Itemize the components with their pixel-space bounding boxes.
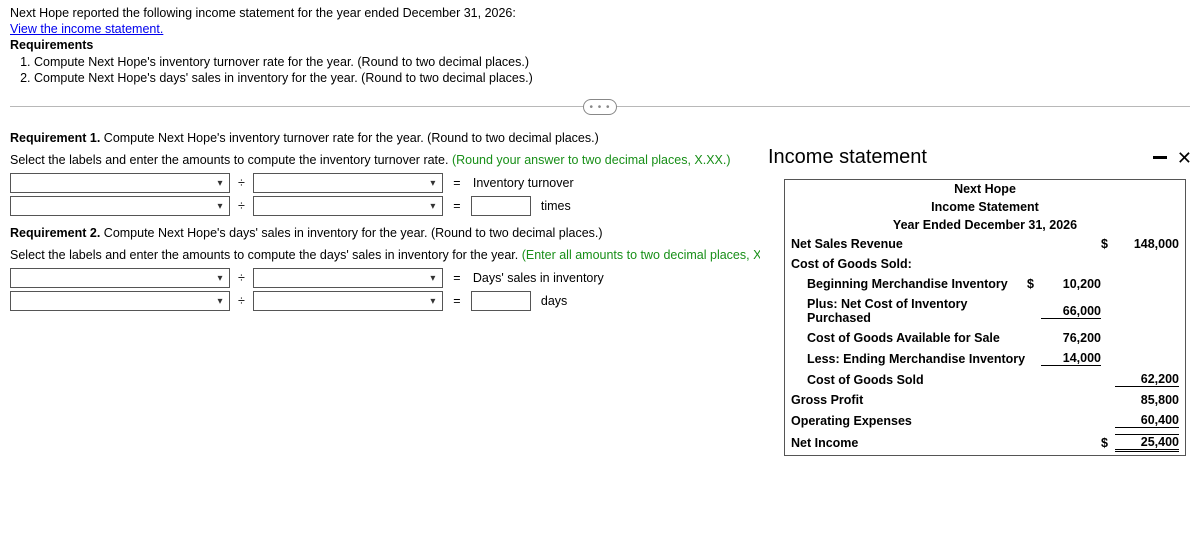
row-opex: Operating Expenses 60,400 bbox=[785, 410, 1185, 431]
req2-numerator-select[interactable]: ▾ bbox=[10, 268, 230, 288]
cell-amount: 14,000 bbox=[1041, 351, 1101, 366]
income-statement-popup: Income statement ✕ Next Hope Income Stat… bbox=[760, 142, 1200, 548]
cell-label: Less: Ending Merchandise Inventory bbox=[791, 352, 1027, 366]
divide-op: ÷ bbox=[238, 199, 245, 213]
chevron-down-icon: ▾ bbox=[426, 201, 440, 212]
req2-unit: days bbox=[539, 294, 567, 308]
row-avail: Cost of Goods Available for Sale 76,200 bbox=[785, 328, 1185, 348]
stmt-name: Income Statement bbox=[785, 198, 1185, 216]
cell-currency: $ bbox=[1101, 237, 1115, 251]
cell-label: Cost of Goods Available for Sale bbox=[791, 331, 1027, 345]
chevron-down-icon: ▾ bbox=[426, 178, 440, 189]
req1-numerator-value[interactable]: ▾ bbox=[10, 196, 230, 216]
requirement-item-2: Compute Next Hope's days' sales in inven… bbox=[34, 70, 1190, 86]
row-net-income: Net Income $ 25,400 bbox=[785, 431, 1185, 455]
divide-op: ÷ bbox=[238, 294, 245, 308]
cell-amount: 25,400 bbox=[1115, 434, 1179, 452]
chevron-down-icon: ▾ bbox=[213, 201, 227, 212]
req2-result-value[interactable] bbox=[471, 291, 531, 311]
chevron-down-icon: ▾ bbox=[213, 178, 227, 189]
cell-label: Net Sales Revenue bbox=[791, 237, 1027, 251]
equals-sign: = bbox=[451, 294, 463, 308]
cell-label: Cost of Goods Sold: bbox=[791, 257, 1027, 271]
req2-denominator-value[interactable]: ▾ bbox=[253, 291, 443, 311]
req1-title-bold: Requirement 1. bbox=[10, 131, 100, 145]
requirements-list: Compute Next Hope's inventory turnover r… bbox=[10, 54, 1190, 86]
req2-sub-b: (Enter all amounts to two decimal places… bbox=[522, 248, 789, 262]
chevron-down-icon: ▾ bbox=[213, 273, 227, 284]
stmt-company: Next Hope bbox=[785, 180, 1185, 198]
row-end-inv: Less: Ending Merchandise Inventory 14,00… bbox=[785, 348, 1185, 369]
cell-label: Gross Profit bbox=[791, 393, 1027, 407]
divide-op: ÷ bbox=[238, 176, 245, 190]
req2-sub-a: Select the labels and enter the amounts … bbox=[10, 248, 522, 262]
req2-denominator-select[interactable]: ▾ bbox=[253, 268, 443, 288]
cell-amount: 85,800 bbox=[1115, 393, 1179, 407]
req1-title-rest: Compute Next Hope's inventory turnover r… bbox=[100, 131, 598, 145]
req1-sub-a: Select the labels and enter the amounts … bbox=[10, 153, 452, 167]
cell-label: Net Income bbox=[791, 436, 1027, 450]
cell-amount: 60,400 bbox=[1115, 413, 1179, 428]
req1-numerator-select[interactable]: ▾ bbox=[10, 173, 230, 193]
row-net-sales: Net Sales Revenue $ 148,000 bbox=[785, 234, 1185, 254]
row-gross: Gross Profit 85,800 bbox=[785, 390, 1185, 410]
req2-result-label: Days' sales in inventory bbox=[471, 271, 604, 285]
req1-unit: times bbox=[539, 199, 571, 213]
cell-amount: 10,200 bbox=[1041, 277, 1101, 291]
cell-amount: 148,000 bbox=[1115, 237, 1179, 251]
cell-label: Operating Expenses bbox=[791, 414, 1027, 428]
cell-label: Plus: Net Cost of Inventory Purchased bbox=[791, 297, 1027, 325]
cell-amount: 76,200 bbox=[1041, 331, 1101, 345]
req2-title-rest: Compute Next Hope's days' sales in inven… bbox=[100, 226, 602, 240]
chevron-down-icon: ▾ bbox=[213, 296, 227, 307]
popup-header: Income statement ✕ bbox=[760, 142, 1200, 179]
req1-result-value[interactable] bbox=[471, 196, 531, 216]
minimize-icon[interactable] bbox=[1153, 156, 1167, 159]
req2-title-bold: Requirement 2. bbox=[10, 226, 100, 240]
chevron-down-icon: ▾ bbox=[426, 273, 440, 284]
req2-numerator-value[interactable]: ▾ bbox=[10, 291, 230, 311]
popup-title: Income statement bbox=[768, 146, 927, 169]
row-cogs-header: Cost of Goods Sold: bbox=[785, 254, 1185, 274]
req1-denominator-select[interactable]: ▾ bbox=[253, 173, 443, 193]
cell-currency: $ bbox=[1027, 277, 1041, 291]
row-cogs: Cost of Goods Sold 62,200 bbox=[785, 369, 1185, 390]
stmt-period: Year Ended December 31, 2026 bbox=[785, 216, 1185, 234]
income-statement-table: Next Hope Income Statement Year Ended De… bbox=[784, 179, 1186, 456]
cell-currency: $ bbox=[1101, 436, 1115, 450]
cell-amount: 66,000 bbox=[1041, 304, 1101, 319]
view-income-statement-link[interactable]: View the income statement. bbox=[10, 22, 163, 36]
divide-op: ÷ bbox=[238, 271, 245, 285]
cell-label: Cost of Goods Sold bbox=[791, 373, 1027, 387]
equals-sign: = bbox=[451, 271, 463, 285]
req1-denominator-value[interactable]: ▾ bbox=[253, 196, 443, 216]
row-beg-inv: Beginning Merchandise Inventory $ 10,200 bbox=[785, 274, 1185, 294]
chevron-down-icon: ▾ bbox=[426, 296, 440, 307]
equals-sign: = bbox=[451, 176, 463, 190]
more-button[interactable]: • • • bbox=[583, 99, 617, 115]
intro-line: Next Hope reported the following income … bbox=[10, 6, 1190, 20]
cell-amount: 62,200 bbox=[1115, 372, 1179, 387]
cell-label: Beginning Merchandise Inventory bbox=[791, 277, 1027, 291]
req1-sub-b: (Round your answer to two decimal places… bbox=[452, 153, 731, 167]
requirement-item-1: Compute Next Hope's inventory turnover r… bbox=[34, 54, 1190, 70]
equals-sign: = bbox=[451, 199, 463, 213]
close-icon[interactable]: ✕ bbox=[1177, 151, 1192, 165]
req1-result-label: Inventory turnover bbox=[471, 176, 574, 190]
row-purchases: Plus: Net Cost of Inventory Purchased 66… bbox=[785, 294, 1185, 328]
requirements-heading: Requirements bbox=[10, 38, 1190, 52]
divider: • • • bbox=[10, 106, 1190, 107]
